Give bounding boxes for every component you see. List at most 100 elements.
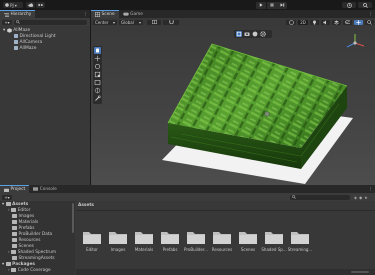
- grid-icon: [95, 12, 100, 17]
- folder-icon: [213, 232, 231, 244]
- tab-project[interactable]: Project: [0, 185, 30, 193]
- folder-tile[interactable]: Scenes: [238, 230, 258, 252]
- folder-tile[interactable]: Prefabs: [160, 230, 180, 252]
- tab-game-label: Game: [130, 11, 143, 17]
- create-asset-button[interactable]: +▾: [2, 194, 12, 200]
- folder-tile[interactable]: Editor: [82, 230, 102, 252]
- console-icon: [33, 187, 39, 191]
- create-button[interactable]: +▾: [2, 19, 12, 25]
- folder-icon: [187, 232, 205, 244]
- chevron-down-icon: ▾: [2, 261, 5, 267]
- chevron-right-icon: ›: [8, 207, 10, 213]
- play-icon: [259, 3, 263, 7]
- folder-icon: [83, 232, 101, 244]
- grid-snap-button[interactable]: [147, 19, 161, 25]
- chevron-down-icon: ▾: [112, 19, 115, 25]
- folder-icon: [12, 244, 17, 248]
- chevron-down-icon: ▾: [138, 19, 141, 25]
- hierarchy-tabbar: Hierarchy ⋮: [0, 10, 90, 18]
- project-panel: Project Console ⋮ +▾ ◈ ◆ ★ ▾ Assets › Edit…: [0, 185, 375, 275]
- hierarchy-item-maze[interactable]: AllMaze: [14, 45, 36, 51]
- hierarchy-menu-button[interactable]: ⋮: [83, 10, 90, 18]
- project-search-input[interactable]: [290, 194, 350, 200]
- tab-hierarchy[interactable]: Hierarchy: [0, 10, 36, 18]
- project-menu-button[interactable]: ⋮: [368, 185, 375, 193]
- mode-2d-label: 2D: [300, 19, 306, 25]
- history-button[interactable]: [342, 2, 356, 8]
- gameobject-icon: [14, 46, 18, 50]
- chevron-right-icon: ›: [8, 267, 10, 273]
- asset-grid: Assets Editor Images Materials Prefabs P…: [76, 201, 375, 275]
- folder-icon: [239, 232, 257, 244]
- folder-tile[interactable]: Shaded Sp...: [261, 230, 287, 252]
- folder-icon: [12, 226, 17, 230]
- asset-statusbar: [76, 269, 375, 275]
- play-controls: [256, 1, 287, 9]
- eye-off-icon: [345, 20, 350, 24]
- hierarchy-item-label: AllMaze: [19, 45, 37, 51]
- project-filter-buttons[interactable]: ◈ ◆ ★: [354, 195, 372, 200]
- tree-item-label: Code Coverage: [17, 267, 51, 273]
- folder-label: Streaming...: [287, 247, 313, 252]
- audio-toggle[interactable]: [321, 19, 330, 25]
- tab-scene[interactable]: Scene: [91, 10, 119, 18]
- hidden-objects-toggle[interactable]: [343, 19, 352, 25]
- more-vertical-icon: ⋮: [368, 186, 373, 192]
- tab-console[interactable]: Console: [29, 185, 61, 193]
- tree-item-label: Scenes: [18, 243, 34, 249]
- scene-viewport[interactable]: [91, 26, 375, 185]
- lighting-toggle[interactable]: [310, 19, 319, 25]
- folder-label: Materials: [134, 247, 154, 252]
- plus-icon: +▾: [4, 19, 10, 25]
- play-button[interactable]: [256, 1, 266, 9]
- gizmos-toggle[interactable]: [354, 19, 363, 25]
- folder-icon: [12, 232, 17, 236]
- pause-button[interactable]: [266, 1, 277, 9]
- breadcrumb-divider: [76, 210, 375, 211]
- tree-item-label: Packages: [12, 261, 35, 267]
- gamepad-icon: [122, 12, 129, 16]
- hierarchy-item-label: AllCamera: [19, 39, 43, 45]
- folder-tile[interactable]: Streaming...: [287, 230, 313, 252]
- folder-label: ProBuilder...: [184, 247, 208, 252]
- tree-scrollbar[interactable]: [72, 203, 74, 233]
- global-dropdown[interactable]: Global ▾: [119, 19, 143, 25]
- snap-increment-dropdown[interactable]: [163, 19, 179, 25]
- pivot-gizmo[interactable]: [264, 111, 270, 117]
- effects-dropdown[interactable]: [332, 19, 341, 25]
- search-button[interactable]: [358, 2, 372, 8]
- tab-game[interactable]: Game: [119, 10, 147, 18]
- pivot-center-dropdown[interactable]: Center ▾: [93, 19, 117, 25]
- project-toolbar: +▾ ◈ ◆ ★: [0, 193, 375, 201]
- plus-icon: +▾: [4, 194, 10, 200]
- scene-menu-button[interactable]: ⋮: [368, 10, 375, 18]
- folder-icon: [4, 188, 9, 192]
- folder-label: Resources: [211, 247, 233, 252]
- folder-icon: [11, 208, 17, 212]
- folder-icon: [161, 232, 179, 244]
- more-vertical-icon: ⋮: [368, 11, 373, 17]
- more-vertical-icon: ⋮: [83, 11, 88, 17]
- step-button[interactable]: [277, 1, 287, 9]
- folder-tile[interactable]: Resources: [212, 230, 232, 252]
- collab-button[interactable]: [36, 2, 45, 8]
- tree-item-label: ProBuilder Data: [18, 231, 53, 237]
- folder-tile[interactable]: Materials: [134, 230, 154, 252]
- toggle-2d-button[interactable]: 2D: [298, 19, 308, 25]
- account-icon: [5, 3, 9, 7]
- scene-search-button[interactable]: [365, 19, 374, 25]
- folder-tile[interactable]: Images: [108, 230, 128, 252]
- maze-model[interactable]: [91, 26, 375, 185]
- chevron-down-icon: ▾: [3, 27, 6, 33]
- folder-icon: [12, 238, 17, 242]
- folder-tile[interactable]: ProBuilder...: [184, 230, 208, 252]
- hierarchy-item-label: Directional Light: [19, 33, 56, 39]
- cloud-button[interactable]: [26, 2, 35, 8]
- folder-label: Images: [110, 247, 126, 252]
- history-icon: [346, 2, 352, 8]
- account-dropdown[interactable]: PJ ▾: [3, 2, 23, 8]
- tree-item-code-coverage[interactable]: › Code Coverage: [8, 267, 51, 273]
- zoom-slider[interactable]: [351, 271, 369, 274]
- hierarchy-search-input[interactable]: [14, 19, 87, 25]
- draw-mode-dropdown[interactable]: [286, 19, 296, 25]
